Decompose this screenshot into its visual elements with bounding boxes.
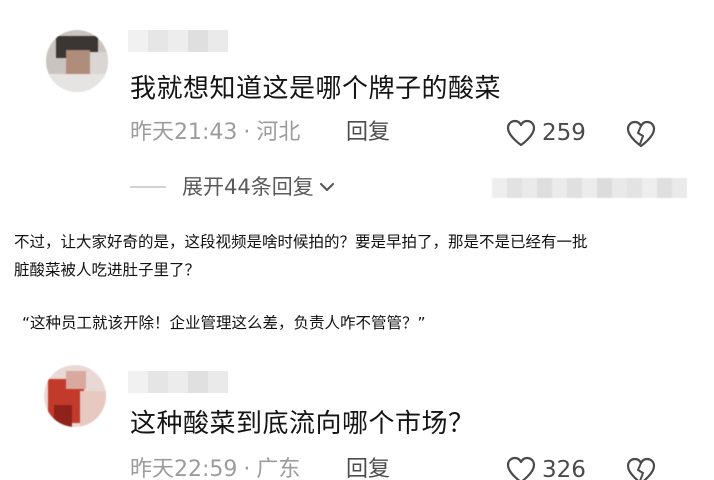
comment-time: 昨天21:43	[130, 120, 238, 145]
like-button[interactable]: 326	[506, 455, 586, 480]
avatar[interactable]	[46, 30, 108, 92]
comment-item: 我就想知道这是哪个牌子的酸菜 昨天21:43 · 河北 回复 259 展开44条回复	[0, 0, 714, 210]
chevron-down-icon	[319, 182, 334, 192]
dislike-button[interactable]	[626, 120, 656, 152]
expand-replies-label: 展开44条回复	[182, 175, 314, 199]
reply-button[interactable]: 回复	[346, 118, 390, 148]
like-count: 259	[542, 120, 586, 146]
username-blurred[interactable]	[128, 371, 228, 393]
dislike-button[interactable]	[626, 457, 656, 480]
like-count: 326	[542, 457, 586, 480]
comment-time: 昨天22:59	[130, 457, 238, 480]
article-paragraph-line-1: 不过，让大家好奇的是，这段视频是啥时候拍的？要是早拍了，那是不是已经有一批	[14, 233, 588, 251]
comment-text: 这种酸菜到底流向哪个市场？	[130, 409, 475, 439]
comment-screenshot-page: 我就想知道这是哪个牌子的酸菜 昨天21:43 · 河北 回复 259 展开44条回复	[0, 0, 714, 480]
meta-separator: ·	[243, 120, 251, 145]
broken-heart-icon	[626, 120, 656, 148]
comment-location: 河北	[256, 120, 301, 145]
avatar[interactable]	[44, 365, 106, 427]
comment-text: 我就想知道这是哪个牌子的酸菜	[130, 74, 502, 104]
comment-meta: 昨天21:43 · 河北	[130, 118, 300, 148]
expand-replies-button[interactable]: 展开44条回复	[130, 172, 336, 202]
heart-outline-icon	[506, 119, 536, 147]
heart-outline-icon	[506, 456, 536, 480]
username-blurred[interactable]	[128, 30, 228, 52]
meta-separator: ·	[243, 457, 251, 480]
article-paragraph-line-2: 脏酸菜被人吃进肚子里了？	[14, 261, 201, 279]
comment-meta: 昨天22:59 · 广东	[130, 455, 300, 480]
broken-heart-icon	[626, 457, 656, 480]
article-quote: “这种员工就该开除！企业管理这么差，负责人咋不管管？”	[22, 314, 426, 332]
expand-divider	[130, 186, 166, 188]
comment-item: 这种酸菜到底流向哪个市场？ 昨天22:59 · 广东 回复 326	[0, 355, 714, 480]
reply-button[interactable]: 回复	[346, 455, 390, 480]
like-button[interactable]: 259	[506, 118, 586, 148]
blurred-region	[492, 178, 687, 198]
comment-location: 广东	[256, 457, 301, 480]
